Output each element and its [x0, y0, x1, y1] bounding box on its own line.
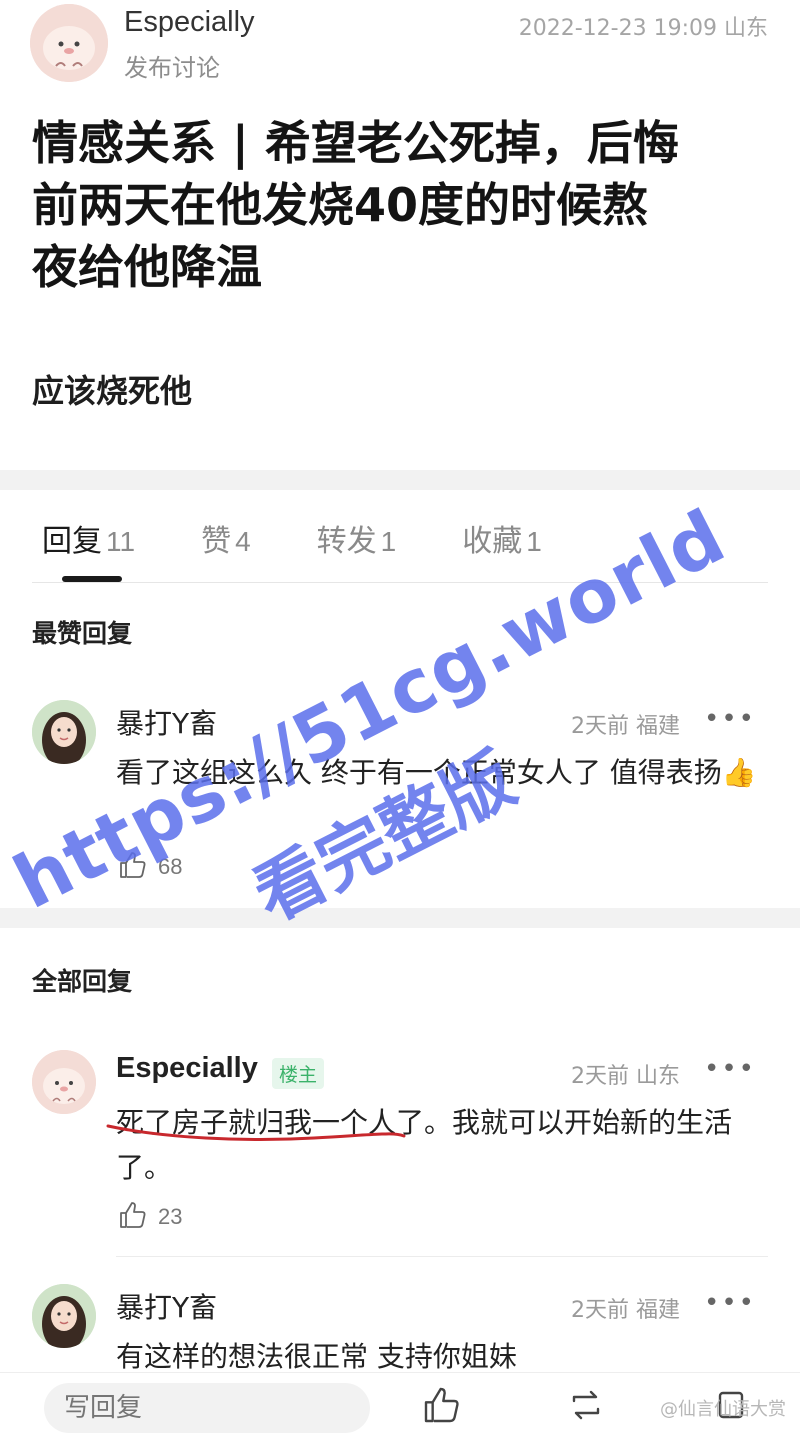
comment-divider: [116, 1256, 768, 1257]
author-avatar[interactable]: [30, 4, 108, 82]
tab-count: 1: [526, 526, 542, 557]
post-title-line: 前两天在他发烧40度的时候熬: [32, 178, 649, 232]
reply-input[interactable]: [44, 1383, 370, 1433]
tab-reposts[interactable]: 转发 1: [317, 516, 397, 560]
commenter-name[interactable]: Especially: [116, 1052, 258, 1085]
commenter-name[interactable]: 暴打Y畜: [116, 1286, 217, 1326]
post-title-line: 情感关系 | 希望老公死掉，后悔: [32, 116, 679, 170]
like-post-button[interactable]: [416, 1381, 468, 1433]
tab-count: 4: [235, 526, 251, 557]
tab-likes[interactable]: 赞4: [201, 516, 251, 560]
more-options-button[interactable]: •••: [704, 1054, 756, 1084]
section-divider: [0, 470, 800, 490]
more-options-button[interactable]: •••: [704, 704, 756, 734]
thumbs-up-icon: [118, 850, 148, 884]
author-name[interactable]: Especially: [124, 6, 255, 39]
comment-meta: 2天前 福建: [571, 714, 680, 739]
section-title-all: 全部回复: [32, 967, 133, 996]
like-count: 23: [158, 1204, 183, 1229]
thumbs-up-icon: [118, 1200, 148, 1234]
commenter-avatar[interactable]: [32, 1284, 96, 1348]
tab-label: 回复: [42, 524, 102, 559]
commenter-avatar[interactable]: [32, 700, 96, 764]
like-button[interactable]: 68: [118, 850, 182, 884]
tab-count: 11: [106, 526, 136, 557]
post-title-line: 夜给他降温: [32, 240, 262, 294]
thumbs-up-icon: [422, 1385, 462, 1429]
post-timestamp-location: 2022-12-23 19:09 山东: [518, 16, 768, 41]
op-badge: 楼主: [272, 1058, 325, 1089]
tab-label: 转发: [316, 524, 377, 559]
repost-button[interactable]: [560, 1381, 612, 1433]
post-header: Especially 发布讨论 2022-12-23 19:09 山东: [0, 0, 800, 95]
repost-credit: @仙言仙语大赏: [660, 1399, 786, 1420]
comment-meta: 2天前 山东: [571, 1064, 680, 1089]
commenter-avatar[interactable]: [32, 1050, 96, 1114]
like-button[interactable]: 23: [118, 1200, 182, 1234]
more-options-button[interactable]: •••: [704, 1288, 756, 1318]
repost-icon: [566, 1385, 606, 1429]
tab-favorites[interactable]: 收藏 1: [462, 516, 542, 560]
post-type-label: 发布讨论: [124, 54, 220, 82]
section-divider: [0, 908, 800, 928]
commenter-name[interactable]: 暴打Y畜: [116, 702, 217, 742]
post-body: 应该烧死他: [32, 372, 193, 410]
comment-text: 看了这组这么久 终于有一个正常女人了 值得表扬👍: [116, 756, 757, 789]
tabs-divider: [32, 582, 768, 583]
tab-count: 1: [380, 526, 397, 557]
interaction-tabs: 回复 11 赞4 转发 1 收藏 1: [42, 516, 608, 560]
tab-label: 收藏: [462, 524, 523, 559]
handwritten-underline: [106, 1124, 406, 1141]
post-title: 情感关系 | 希望老公死掉，后悔 前两天在他发烧40度的时候熬 夜给他降温: [32, 112, 772, 298]
section-title-top: 最赞回复: [32, 619, 133, 648]
comment-meta: 2天前 福建: [571, 1298, 680, 1323]
tab-replies[interactable]: 回复 11: [42, 516, 135, 560]
like-count: 68: [158, 854, 183, 879]
tab-label: 赞: [201, 524, 232, 559]
bottom-action-bar: @仙言仙语大赏: [0, 1372, 800, 1440]
